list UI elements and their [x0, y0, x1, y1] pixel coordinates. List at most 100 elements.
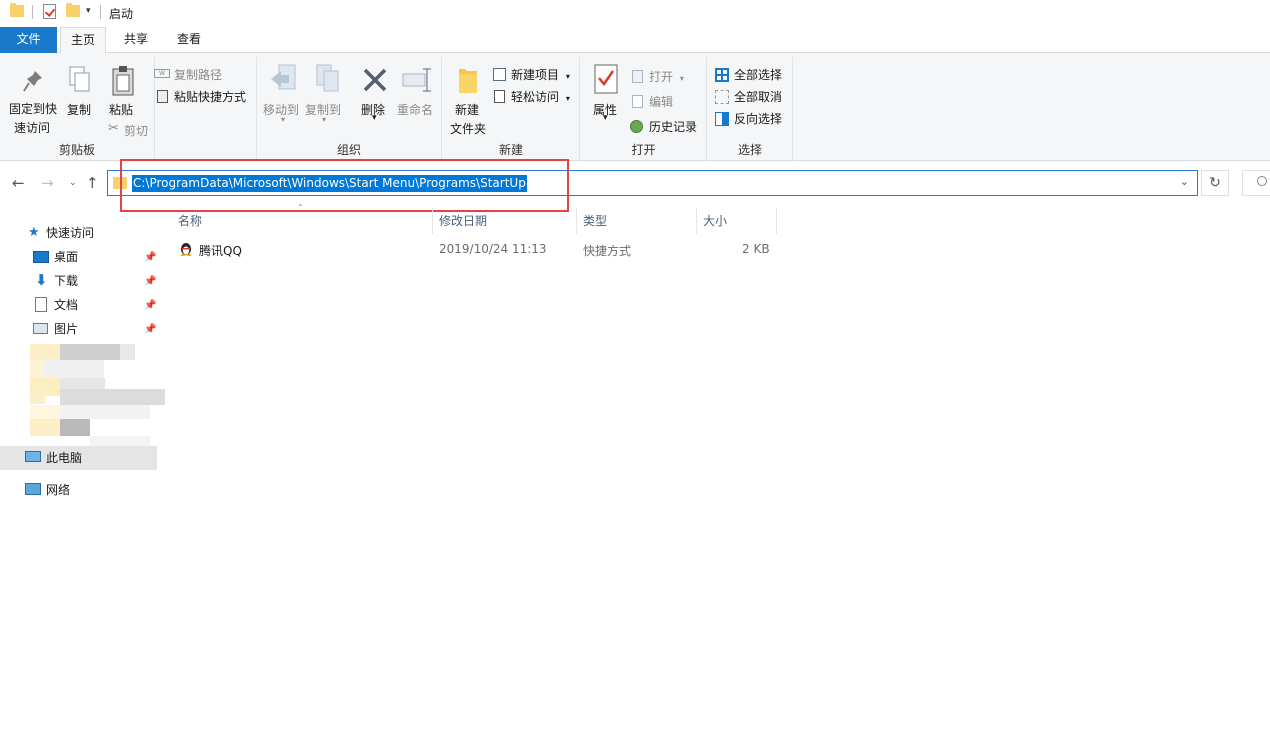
column-header-modified[interactable]: 修改日期: [439, 212, 487, 229]
customize-quick-access-dropdown[interactable]: ▾: [86, 6, 91, 16]
select-none-label: 全部取消: [734, 90, 783, 104]
divider: [100, 5, 101, 19]
address-dropdown-chevron-icon[interactable]: ⌄: [1180, 175, 1189, 188]
new-folder-quick-icon[interactable]: [66, 3, 80, 17]
divider: [32, 5, 33, 19]
sidebar-item-this-pc[interactable]: 此电脑: [25, 447, 82, 469]
easy-access-icon: [494, 90, 505, 103]
pinned-icon: 📌: [144, 324, 157, 335]
document-icon: [35, 297, 47, 312]
redacted-item: [30, 360, 44, 378]
tab-view[interactable]: 查看: [168, 27, 210, 53]
new-folder-label-line1: 新建: [455, 103, 480, 117]
star-icon: ★: [28, 225, 40, 240]
column-header-name[interactable]: 名称: [178, 212, 202, 229]
folder-icon: [10, 3, 24, 17]
easy-access-label: 轻松访问: [511, 90, 560, 104]
history-label: 历史记录: [649, 120, 698, 134]
forward-arrow-icon[interactable]: →: [41, 174, 54, 192]
up-arrow-icon[interactable]: ↑: [86, 174, 99, 192]
new-folder-icon: [459, 69, 477, 93]
new-item-button[interactable]: 新建项目 ▾: [493, 66, 570, 83]
sidebar-item-quick-access[interactable]: ★ 快速访问: [28, 222, 94, 244]
sort-caret-icon: ⌃: [297, 203, 304, 212]
sidebar-item-label: 网络: [46, 483, 71, 497]
sidebar-item-label: 下载: [54, 274, 79, 288]
rename-button[interactable]: 重命名: [397, 101, 433, 118]
download-arrow-icon: ⬇: [35, 271, 48, 289]
new-folder-button[interactable]: 新建 文件夹: [450, 101, 486, 137]
sidebar-item-documents[interactable]: 文档: [33, 294, 78, 316]
easy-access-button[interactable]: 轻松访问 ▾: [494, 88, 570, 105]
file-name: 腾讯QQ: [199, 244, 242, 258]
copy-path-button[interactable]: W 复制路径: [154, 66, 222, 83]
copy-path-label: 复制路径: [174, 68, 223, 82]
pin-to-quick-access-button[interactable]: 固定到快 速访问: [9, 100, 57, 136]
paste-shortcut-button[interactable]: 粘贴快捷方式: [157, 88, 246, 105]
sidebar-item-pictures[interactable]: 图片: [33, 318, 78, 340]
refresh-button[interactable]: ↻: [1201, 170, 1229, 196]
tab-share[interactable]: 共享: [115, 27, 157, 53]
redacted-item: [90, 436, 150, 446]
new-group-label: 新建: [498, 143, 523, 157]
redacted-item: [60, 344, 120, 360]
select-group-label: 选择: [737, 143, 762, 157]
open-button[interactable]: 打开 ▾: [632, 68, 684, 85]
redacted-item: [30, 405, 60, 419]
chevron-down-icon: ▾: [679, 74, 684, 83]
file-modified: 2019/10/24 11:13: [439, 242, 547, 256]
column-divider[interactable]: [696, 208, 697, 234]
column-divider[interactable]: [432, 208, 433, 234]
back-arrow-icon[interactable]: ←: [12, 174, 25, 192]
file-type: 快捷方式: [583, 244, 632, 258]
ribbon: 固定到快 速访问 复制 粘贴 W 复制路径 粘贴快捷方式 ✂ 剪切 剪贴板 移动…: [0, 53, 1270, 161]
tab-home[interactable]: 主页: [60, 27, 106, 54]
invert-selection-label: 反向选择: [734, 112, 783, 126]
select-all-icon: [715, 68, 729, 82]
properties-icon: [594, 64, 618, 94]
redacted-item: [30, 344, 60, 360]
new-group: 新建 文件夹 新建项目 ▾ 轻松访问 ▾ 新建: [443, 57, 580, 161]
search-box[interactable]: [1242, 170, 1270, 196]
pinned-icon: 📌: [144, 300, 157, 311]
rename-icon: [402, 68, 431, 92]
invert-selection-button[interactable]: 反向选择: [715, 110, 782, 127]
column-header-size[interactable]: 大小: [703, 212, 727, 229]
redacted-item: [44, 360, 104, 378]
sidebar-item-desktop[interactable]: 桌面: [33, 246, 78, 268]
select-all-button[interactable]: 全部选择: [715, 66, 782, 83]
desktop-icon: [33, 251, 49, 263]
move-to-icon: [271, 64, 296, 90]
redacted-item: [120, 344, 135, 360]
column-divider[interactable]: [776, 208, 777, 234]
qq-penguin-icon: [180, 243, 192, 256]
sidebar-item-network[interactable]: 网络: [25, 479, 70, 501]
new-item-label: 新建项目: [511, 68, 560, 82]
sidebar-item-downloads[interactable]: ⬇ 下载: [33, 270, 78, 292]
select-none-button[interactable]: 全部取消: [715, 88, 782, 105]
new-item-icon: [493, 68, 506, 81]
clipboard-group: 固定到快 速访问 复制 粘贴 W 复制路径 粘贴快捷方式 ✂ 剪切 剪贴板: [0, 57, 246, 161]
redacted-item: [60, 389, 165, 405]
tab-file[interactable]: 文件: [0, 27, 57, 53]
scissors-icon: ✂: [108, 121, 119, 136]
paste-button[interactable]: 粘贴: [109, 101, 133, 118]
clipboard-group-label: 剪贴板: [58, 143, 95, 157]
invert-selection-icon: [715, 112, 729, 126]
history-button[interactable]: 历史记录: [630, 118, 697, 135]
delete-icon: [363, 68, 387, 92]
column-header-type[interactable]: 类型: [583, 212, 607, 229]
chevron-down-icon: ▾: [322, 115, 327, 124]
edit-button[interactable]: 编辑: [632, 93, 673, 110]
column-divider[interactable]: [576, 208, 577, 234]
chevron-down-icon: ▾: [565, 94, 570, 103]
copy-button[interactable]: 复制: [67, 101, 91, 118]
recent-locations-chevron-icon[interactable]: ⌄: [69, 178, 77, 188]
pin-icon: [23, 71, 42, 92]
select-group: 全部选择 全部取消 反向选择 选择: [708, 57, 793, 161]
cut-button[interactable]: ✂ 剪切: [108, 121, 148, 139]
annotation-highlight-box: [120, 159, 569, 212]
properties-quick-icon[interactable]: [43, 4, 56, 19]
sidebar-item-label: 图片: [54, 322, 79, 336]
network-icon: [25, 483, 41, 495]
